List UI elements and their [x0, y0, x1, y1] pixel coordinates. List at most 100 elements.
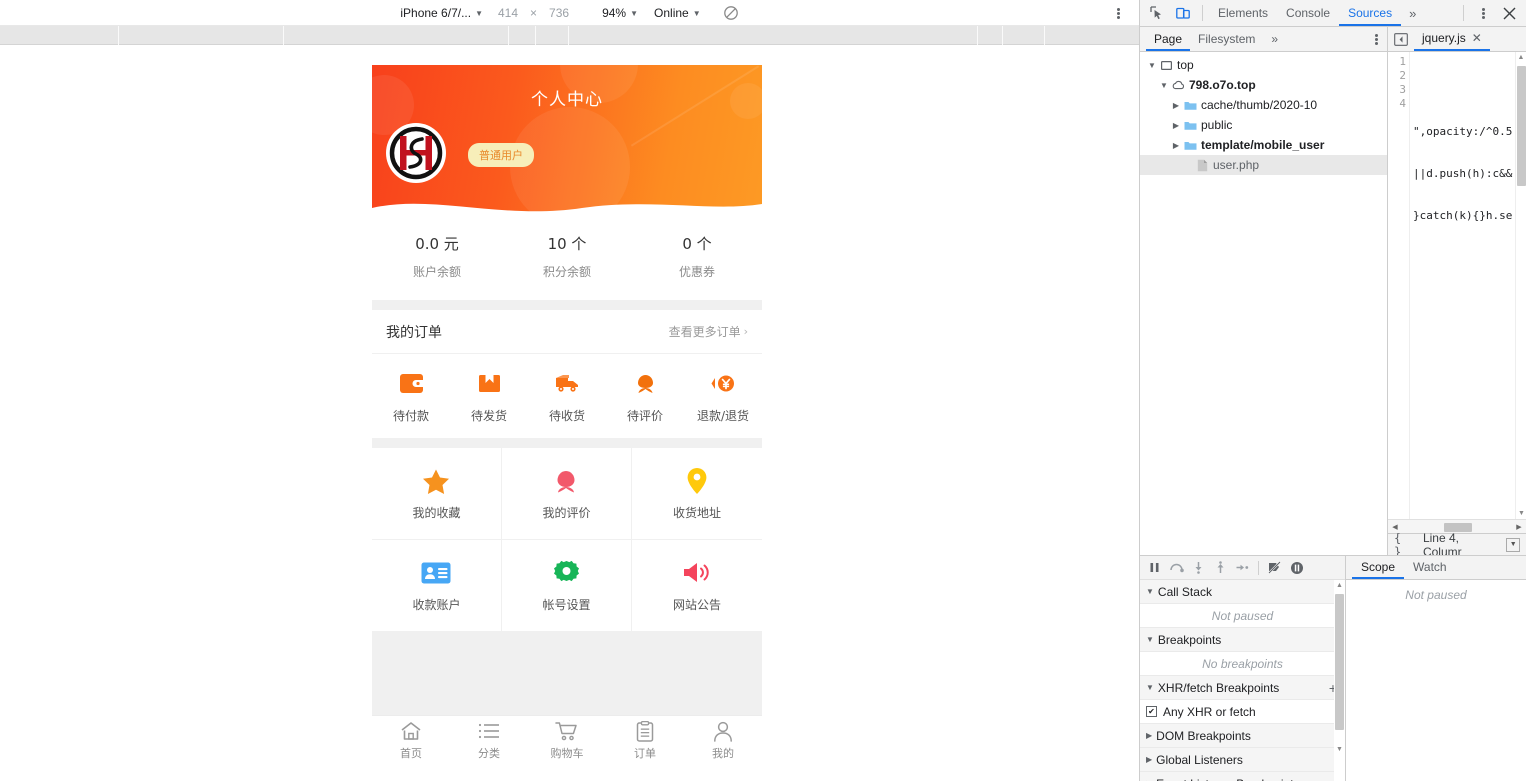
- expand-triangle-icon[interactable]: ▼: [1146, 635, 1154, 644]
- navigator-menu-button[interactable]: [1365, 27, 1387, 51]
- network-throttle-selector[interactable]: Online ▼: [646, 4, 709, 22]
- tab-scope[interactable]: Scope: [1352, 556, 1404, 579]
- order-status-pending-payment[interactable]: 待付款: [372, 370, 450, 424]
- tab-sources[interactable]: Sources: [1339, 0, 1401, 26]
- grid-item-reviews[interactable]: 我的评价: [502, 448, 632, 540]
- scroll-up-icon[interactable]: ▲: [1516, 52, 1526, 63]
- tree-node-public[interactable]: ▶ public: [1140, 115, 1387, 135]
- order-status-pending-review[interactable]: 待评价: [606, 370, 684, 424]
- scroll-right-icon[interactable]: ▶: [1512, 523, 1526, 531]
- tab-watch[interactable]: Watch: [1404, 556, 1456, 579]
- more-tabs-button[interactable]: »: [1401, 6, 1424, 21]
- scrollbar-thumb[interactable]: [1335, 594, 1344, 730]
- scrollbar-thumb[interactable]: [1444, 523, 1473, 532]
- scroll-up-icon[interactable]: ▲: [1334, 580, 1345, 591]
- no-throttling-button[interactable]: [709, 3, 747, 23]
- zoom-level-label: 94%: [602, 6, 626, 20]
- expand-triangle-icon[interactable]: ▼: [1158, 81, 1170, 90]
- collapse-triangle-icon[interactable]: ▶: [1170, 141, 1182, 150]
- tabbar-item-home[interactable]: 首页: [372, 720, 450, 761]
- editor-settings-button[interactable]: ▼: [1506, 538, 1520, 552]
- nav-tab-filesystem[interactable]: Filesystem: [1190, 27, 1263, 51]
- stat-coupons[interactable]: 0 个 优惠券: [632, 233, 762, 280]
- order-status-label: 退款/退货: [684, 407, 762, 424]
- collapse-triangle-icon[interactable]: ▶: [1170, 101, 1182, 110]
- section-call-stack[interactable]: ▼ Call Stack: [1140, 580, 1345, 604]
- order-status-refund[interactable]: 退款/退货: [684, 370, 762, 424]
- deactivate-breakpoints-button[interactable]: [1265, 558, 1284, 578]
- editor-vertical-scrollbar[interactable]: ▲ ▼: [1515, 52, 1526, 519]
- collapse-triangle-icon[interactable]: ▶: [1146, 755, 1152, 764]
- scroll-down-icon[interactable]: ▼: [1334, 744, 1345, 755]
- grid-item-announcements[interactable]: 网站公告: [632, 540, 762, 632]
- toggle-device-toolbar-button[interactable]: [1170, 0, 1196, 26]
- device-height-input[interactable]: 736: [542, 6, 576, 20]
- debugger-scrollbar[interactable]: ▲ ▼: [1334, 580, 1345, 781]
- tab-console[interactable]: Console: [1277, 0, 1339, 26]
- tabbar-item-category[interactable]: 分类: [450, 720, 528, 761]
- scope-tabbar: Scope Watch: [1346, 556, 1526, 580]
- close-devtools-button[interactable]: [1496, 0, 1522, 26]
- device-toolbar-menu-button[interactable]: [1107, 0, 1129, 26]
- collapse-triangle-icon[interactable]: ▶: [1146, 731, 1152, 740]
- inspect-element-button[interactable]: [1144, 0, 1170, 26]
- nav-tab-page[interactable]: Page: [1146, 27, 1190, 51]
- step-button[interactable]: [1233, 558, 1252, 578]
- avatar[interactable]: [386, 123, 446, 183]
- line-number: 2: [1388, 69, 1406, 83]
- stat-balance[interactable]: 0.0 元 账户余额: [372, 233, 502, 280]
- close-tab-icon[interactable]: ✕: [1472, 31, 1482, 45]
- resume-script-button[interactable]: [1145, 558, 1164, 578]
- tabbar-item-orders[interactable]: 订单: [606, 720, 684, 761]
- nav-more-button[interactable]: »: [1263, 27, 1286, 51]
- expand-triangle-icon[interactable]: ▼: [1146, 61, 1158, 70]
- section-breakpoints[interactable]: ▼ Breakpoints: [1140, 628, 1345, 652]
- scroll-down-icon[interactable]: ▼: [1516, 508, 1526, 519]
- section-xhr-fetch-breakpoints[interactable]: ▼ XHR/fetch Breakpoints +: [1140, 676, 1345, 700]
- code-editor[interactable]: 1 2 3 4 ",opacity:/^0.5 ||d.push(h):c&& …: [1388, 52, 1526, 519]
- tree-node-cache-thumb[interactable]: ▶ cache/thumb/2020-10: [1140, 95, 1387, 115]
- order-status-pending-receipt[interactable]: 待收货: [528, 370, 606, 424]
- section-global-listeners[interactable]: ▶ Global Listeners: [1140, 748, 1345, 772]
- expand-triangle-icon[interactable]: ▼: [1146, 683, 1154, 692]
- hide-navigator-button[interactable]: [1388, 27, 1414, 51]
- device-selector[interactable]: iPhone 6/7/... ▼: [392, 4, 491, 22]
- step-into-button[interactable]: [1189, 558, 1208, 578]
- order-status-pending-shipment[interactable]: 待发货: [450, 370, 528, 424]
- navigator-tabbar: Page Filesystem »: [1140, 27, 1387, 52]
- emulated-page: 个人中心 普通用户: [372, 65, 762, 765]
- stat-points[interactable]: 10 个 积分余额: [502, 233, 632, 280]
- tree-node-user-php[interactable]: ▶ user.php: [1140, 155, 1387, 175]
- grid-item-payment-account[interactable]: 收款账户: [372, 540, 502, 632]
- zoom-selector[interactable]: 94% ▼: [594, 4, 646, 22]
- tree-node-origin[interactable]: ▼ 798.o7o.top: [1140, 75, 1387, 95]
- scrollbar-track[interactable]: [1402, 522, 1512, 532]
- section-dom-breakpoints[interactable]: ▶ DOM Breakpoints: [1140, 724, 1345, 748]
- deactivate-breakpoints-icon: [1267, 561, 1282, 574]
- step-out-button[interactable]: [1211, 558, 1230, 578]
- editor-tab-jquery[interactable]: jquery.js ✕: [1414, 27, 1490, 51]
- editor-horizontal-scrollbar[interactable]: ◀ ▶: [1388, 519, 1526, 533]
- device-width-input[interactable]: 414: [491, 6, 525, 20]
- section-event-listener-breakpoints[interactable]: ▶ Event Listener Breakpoints: [1140, 772, 1345, 781]
- pause-on-exceptions-button[interactable]: [1287, 558, 1306, 578]
- collapse-triangle-icon[interactable]: ▶: [1170, 121, 1182, 130]
- expand-triangle-icon[interactable]: ▼: [1146, 587, 1154, 596]
- any-xhr-checkbox[interactable]: ✔: [1146, 706, 1157, 717]
- grid-item-account-settings[interactable]: 帐号设置: [502, 540, 632, 632]
- tab-elements[interactable]: Elements: [1209, 0, 1277, 26]
- tree-node-top[interactable]: ▼ top: [1140, 55, 1387, 75]
- scope-empty-text: Not paused: [1405, 588, 1466, 602]
- scrollbar-thumb[interactable]: [1517, 66, 1526, 186]
- step-over-button[interactable]: [1167, 558, 1186, 578]
- devtools-menu-button[interactable]: [1470, 0, 1496, 26]
- tabbar-item-profile[interactable]: 我的: [684, 720, 762, 761]
- view-more-orders-link[interactable]: 查看更多订单 ›: [669, 323, 748, 340]
- scroll-left-icon[interactable]: ◀: [1388, 523, 1402, 531]
- xhr-breakpoint-row[interactable]: ✔ Any XHR or fetch: [1140, 700, 1345, 724]
- grid-item-favorites[interactable]: 我的收藏: [372, 448, 502, 540]
- tabbar-item-cart[interactable]: 购物车: [528, 720, 606, 761]
- tree-node-template-mobile-user[interactable]: ▶ template/mobile_user: [1140, 135, 1387, 155]
- grid-item-address[interactable]: 收货地址: [632, 448, 762, 540]
- code-content[interactable]: ",opacity:/^0.5 ||d.push(h):c&& }catch(k…: [1410, 52, 1515, 519]
